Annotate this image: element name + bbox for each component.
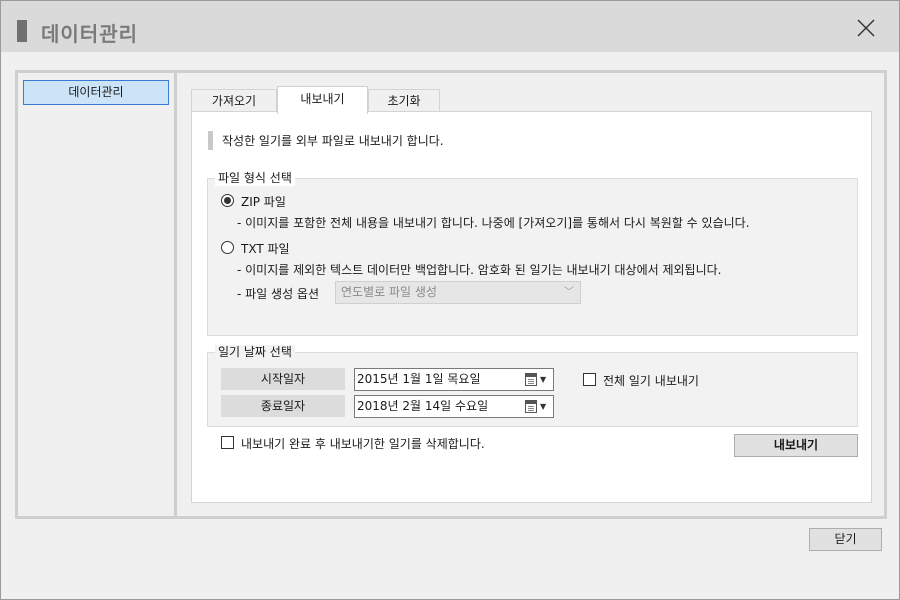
zip-description: - 이미지를 포함한 전체 내용을 내보내기 합니다. 나중에 [가져오기]를 …: [237, 216, 750, 230]
calendar-icon[interactable]: [525, 373, 537, 386]
delete-after-checkbox[interactable]: [221, 436, 234, 449]
start-date-value: 2015년 1월 1일 목요일: [357, 372, 481, 386]
export-all-label[interactable]: 전체 일기 내보내기: [603, 372, 699, 389]
export-all-checkbox[interactable]: [583, 373, 596, 386]
sidebar: 데이터관리: [18, 73, 177, 516]
description-marker: [208, 131, 213, 150]
txt-radio[interactable]: [221, 241, 234, 254]
export-button[interactable]: 내보내기: [734, 434, 858, 457]
data-management-window: 데이터관리 데이터관리 가져오기 내보내기 초기화 작성한 일기를 외부 파일로…: [0, 0, 900, 600]
tab-export[interactable]: 내보내기: [277, 86, 368, 114]
file-format-title: 파일 형식 선택: [215, 171, 295, 186]
export-description: 작성한 일기를 외부 파일로 내보내기 합니다.: [222, 134, 444, 148]
close-window-button[interactable]: [849, 11, 883, 45]
txt-description: - 이미지를 제외한 텍스트 데이터만 백업합니다. 암호화 된 일기는 내보내…: [237, 263, 722, 277]
delete-after-label[interactable]: 내보내기 완료 후 내보내기한 일기를 삭제합니다.: [241, 435, 485, 452]
chevron-down-icon: ﹀: [564, 287, 574, 298]
file-option-value: 연도별로 파일 생성: [341, 285, 437, 299]
zip-radio[interactable]: [221, 194, 234, 207]
end-date-label: 종료일자: [221, 395, 345, 417]
radio-selected-dot: [224, 197, 231, 204]
close-button[interactable]: 닫기: [809, 528, 882, 551]
end-date-value: 2018년 2월 14일 수요일: [357, 399, 489, 413]
dropdown-arrow-icon[interactable]: ▼: [540, 396, 546, 417]
title-bar: 데이터관리: [1, 1, 899, 52]
start-date-picker[interactable]: 2015년 1월 1일 목요일 ▼: [354, 368, 554, 391]
export-tab-panel: 작성한 일기를 외부 파일로 내보내기 합니다. 파일 형식 선택 ZIP 파일…: [191, 111, 872, 503]
zip-label[interactable]: ZIP 파일: [241, 193, 286, 210]
window-title: 데이터관리: [41, 22, 138, 46]
dropdown-arrow-icon[interactable]: ▼: [540, 369, 546, 390]
calendar-icon[interactable]: [525, 400, 537, 413]
start-date-label: 시작일자: [221, 368, 345, 390]
file-option-label: - 파일 생성 옵션: [237, 287, 320, 301]
txt-label[interactable]: TXT 파일: [241, 240, 290, 257]
title-marker-icon: [17, 20, 27, 42]
tab-import[interactable]: 가져오기: [191, 89, 277, 113]
date-range-group: 일기 날짜 선택 시작일자 2015년 1월 1일 목요일 ▼ 종료일자 201…: [207, 345, 858, 427]
end-date-picker[interactable]: 2018년 2월 14일 수요일 ▼: [354, 395, 554, 418]
content-frame: 데이터관리 가져오기 내보내기 초기화 작성한 일기를 외부 파일로 내보내기 …: [15, 70, 887, 519]
sidebar-item-data-management[interactable]: 데이터관리: [23, 80, 169, 105]
file-format-group: 파일 형식 선택 ZIP 파일 - 이미지를 포함한 전체 내용을 내보내기 합…: [207, 171, 858, 336]
file-option-select[interactable]: 연도별로 파일 생성 ﹀: [335, 281, 581, 304]
date-range-title: 일기 날짜 선택: [215, 345, 295, 360]
close-icon: [857, 19, 875, 37]
tab-reset[interactable]: 초기화: [368, 89, 440, 113]
